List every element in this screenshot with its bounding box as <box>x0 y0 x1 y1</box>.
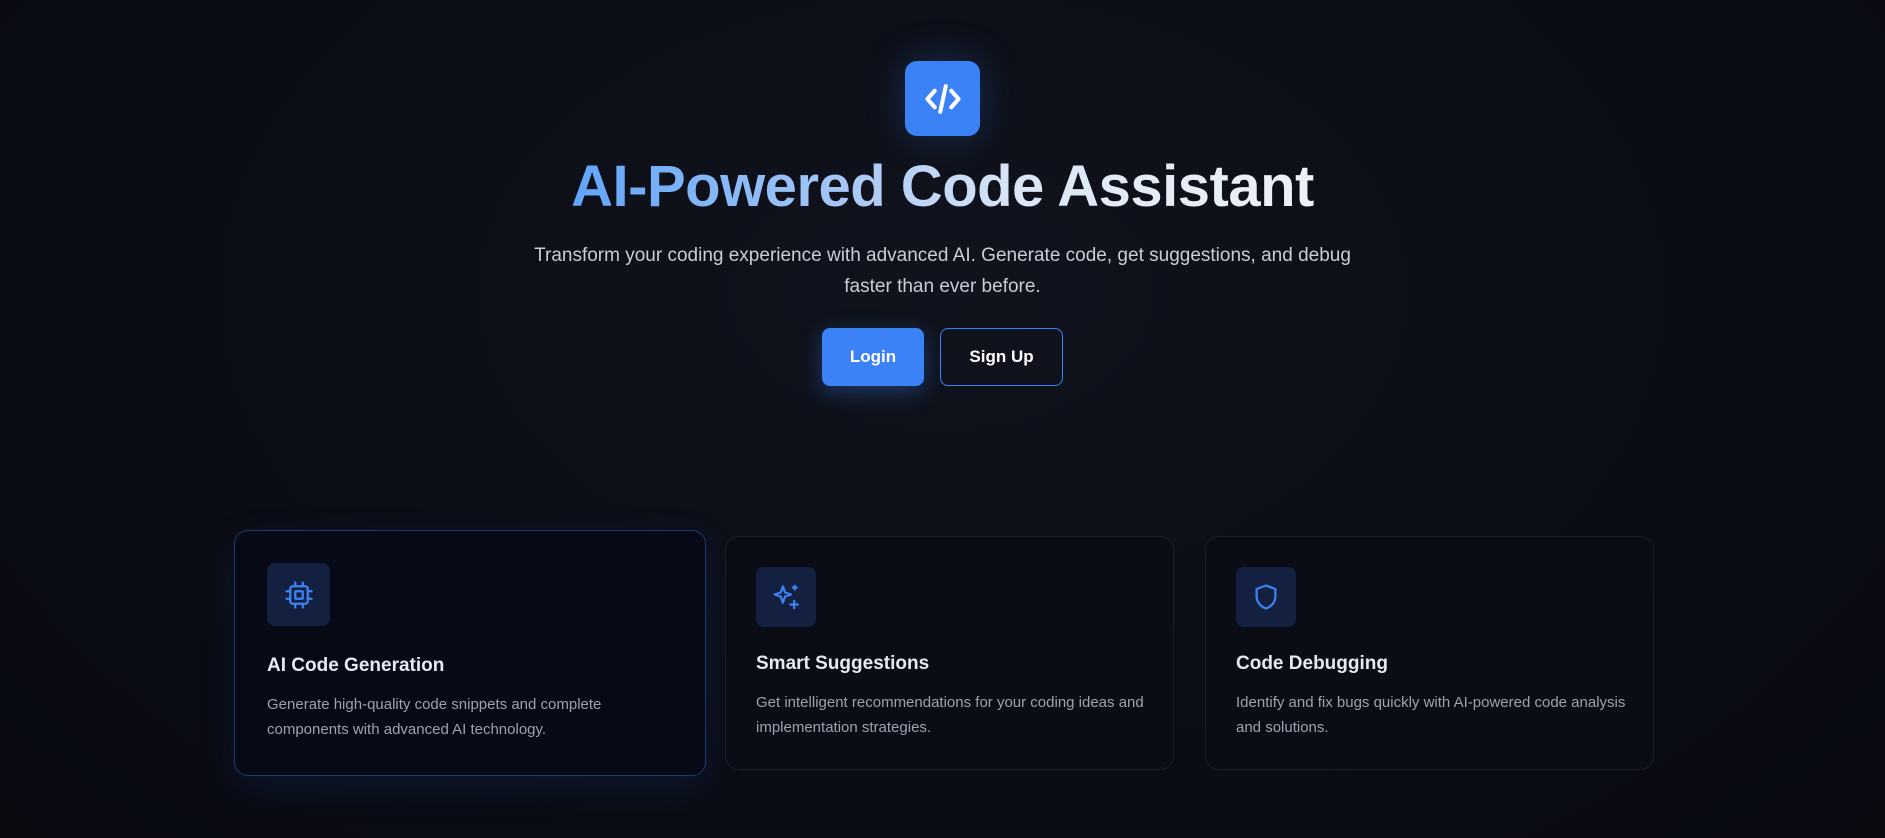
sparkles-icon <box>773 584 799 610</box>
login-button[interactable]: Login <box>822 328 924 386</box>
hero-section: AI-Powered Code Assistant Transform your… <box>0 0 1885 386</box>
feature-icon-tile <box>267 563 330 626</box>
shield-icon <box>1255 584 1277 610</box>
feature-title: Code Debugging <box>1236 653 1388 674</box>
hero-subtitle: Transform your coding experience with ad… <box>534 245 1351 297</box>
feature-description: Generate high-quality code snippets and … <box>267 696 602 738</box>
feature-card-ai-code-generation[interactable]: AI Code Generation Generate high-quality… <box>234 530 706 776</box>
feature-title: Smart Suggestions <box>756 653 930 674</box>
cpu-chip-icon <box>284 580 313 609</box>
app-logo <box>905 61 980 136</box>
feature-title: AI Code Generation <box>267 655 445 676</box>
feature-icon-tile <box>756 567 816 627</box>
feature-icon-tile <box>1236 567 1296 627</box>
signup-button[interactable]: Sign Up <box>940 328 1063 386</box>
feature-description: Get intelligent recommendations for your… <box>756 694 1144 736</box>
cta-button-group: Login Sign Up <box>822 328 1063 386</box>
code-brackets-icon <box>924 83 961 114</box>
feature-card-code-debugging[interactable]: Code Debugging Identify and fix bugs qui… <box>1205 536 1654 770</box>
feature-description: Identify and fix bugs quickly with AI-po… <box>1236 694 1626 736</box>
feature-card-smart-suggestions[interactable]: Smart Suggestions Get intelligent recomm… <box>725 536 1174 770</box>
page-title: AI-Powered Code Assistant <box>571 154 1314 219</box>
